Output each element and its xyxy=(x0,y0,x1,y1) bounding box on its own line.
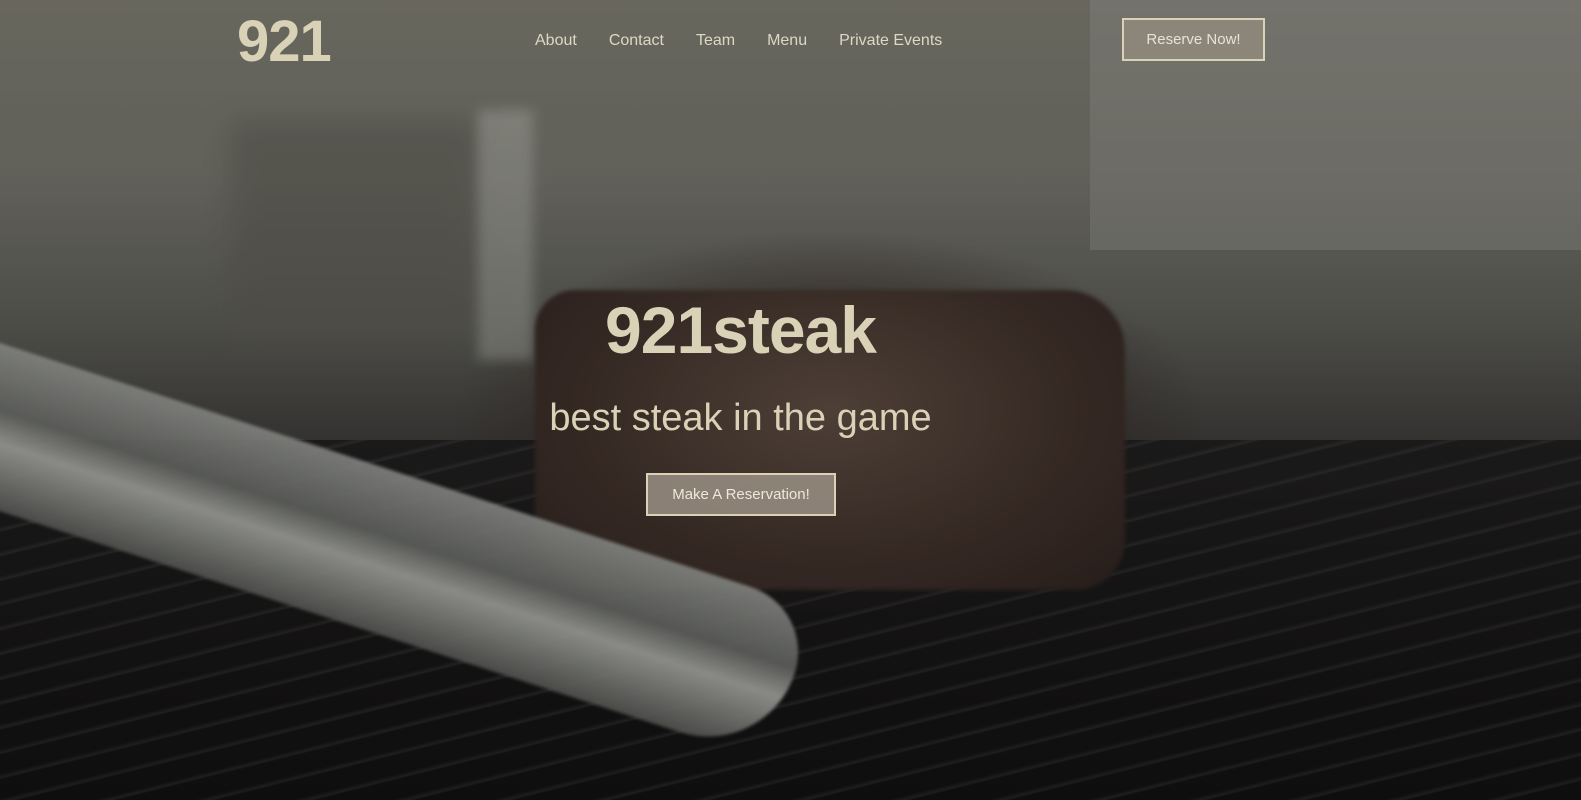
reserve-now-button[interactable]: Reserve Now! xyxy=(1122,18,1265,61)
nav-link-about[interactable]: About xyxy=(535,30,577,52)
hero-subtitle: best steak in the game xyxy=(549,397,932,439)
nav-link-private-events[interactable]: Private Events xyxy=(839,30,942,52)
make-reservation-button[interactable]: Make A Reservation! xyxy=(646,473,836,516)
nav-link-contact[interactable]: Contact xyxy=(609,30,664,52)
nav-link-menu[interactable]: Menu xyxy=(767,30,807,52)
nav-links: About Contact Team Menu Private Events xyxy=(535,30,942,52)
nav-link-team[interactable]: Team xyxy=(696,30,735,52)
logo[interactable]: 921 xyxy=(237,10,332,74)
hero-section: 921 About Contact Team Menu Private Even… xyxy=(0,0,1581,800)
top-nav: 921 About Contact Team Menu Private Even… xyxy=(0,0,1581,84)
hero-title: 921steak xyxy=(605,293,877,367)
